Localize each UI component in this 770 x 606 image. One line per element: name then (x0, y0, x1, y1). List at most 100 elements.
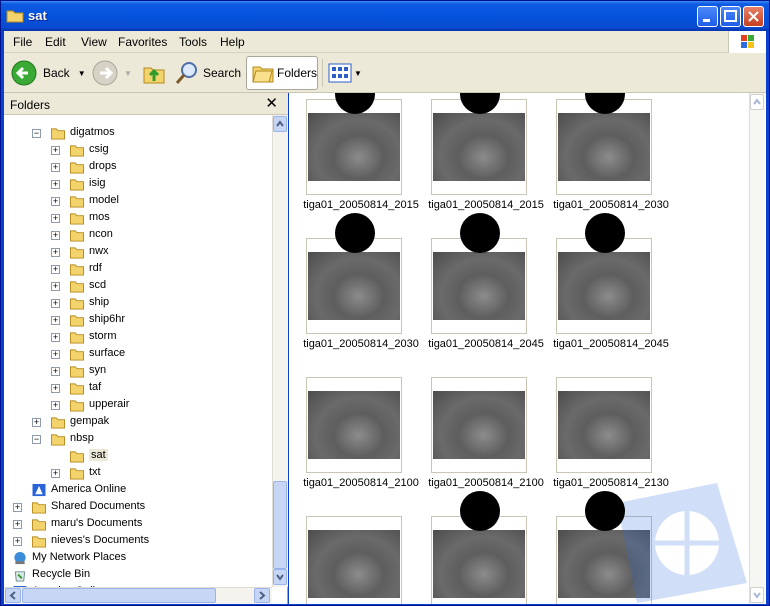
tree-item[interactable]: + model (4, 193, 272, 210)
chevron-down-icon[interactable]: ▼ (354, 69, 362, 78)
expand-icon[interactable]: + (51, 367, 60, 376)
expand-icon[interactable]: + (32, 418, 41, 427)
folder-icon (70, 315, 84, 327)
file-scroll-up-button[interactable] (750, 94, 764, 110)
tree-horizontal-scrollbar[interactable] (4, 587, 272, 604)
tree-item[interactable]: +My Network Places (4, 550, 272, 567)
menu-file[interactable]: File (13, 35, 32, 49)
expand-icon[interactable]: + (51, 333, 60, 342)
tree-item[interactable]: − digatmos (4, 125, 272, 142)
close-button[interactable] (743, 6, 764, 27)
watermark-graphic (617, 483, 747, 603)
forward-button[interactable]: ▼ (92, 56, 136, 90)
file-view: tiga01_20050814_2130 tiga01_20050814_2100… (289, 93, 766, 604)
thumbnail-frame (306, 93, 402, 195)
menu-edit[interactable]: Edit (45, 35, 66, 49)
tree-item[interactable]: − nbsp (4, 431, 272, 448)
thumbnail-frame (431, 377, 527, 473)
tree-item[interactable]: Recycle Bin (4, 567, 272, 584)
tree-item[interactable]: + nieves's Documents (4, 533, 272, 550)
expand-icon[interactable]: + (51, 282, 60, 291)
expand-icon[interactable]: + (51, 469, 60, 478)
tree-item[interactable]: + upperair (4, 397, 272, 414)
minimize-button[interactable] (697, 6, 718, 27)
expand-icon[interactable]: + (51, 384, 60, 393)
tree-item[interactable]: + drops (4, 159, 272, 176)
folders-button[interactable]: Folders (246, 56, 318, 90)
scroll-right-button[interactable] (254, 588, 270, 603)
tree-item-label: syn (89, 364, 107, 376)
tree-item[interactable]: + gempak (4, 414, 272, 431)
folder-icon (70, 281, 84, 293)
collapse-icon[interactable]: − (32, 129, 41, 138)
horizontal-scroll-thumb[interactable] (22, 588, 216, 603)
close-icon (748, 11, 759, 22)
expand-icon[interactable]: + (51, 316, 60, 325)
tree-item[interactable]: sat (4, 448, 272, 465)
tree-item[interactable]: + nwx (4, 244, 272, 261)
file-scroll-down-button[interactable] (750, 587, 764, 603)
expand-icon[interactable]: + (51, 401, 60, 410)
tree-item[interactable]: + syn (4, 363, 272, 380)
expand-icon[interactable]: + (51, 265, 60, 274)
expand-icon[interactable]: + (51, 350, 60, 359)
tree-item[interactable]: + Shared Documents (4, 499, 272, 516)
tree-item[interactable]: + scd (4, 278, 272, 295)
expand-icon[interactable]: + (13, 520, 22, 529)
scroll-up-button[interactable] (273, 116, 287, 132)
expand-icon[interactable]: + (51, 197, 60, 206)
folder-tree: − digatmos + csig + drops + isig + model + mos + ncon… (4, 115, 272, 587)
satellite-image (433, 113, 525, 181)
file-vertical-scrollbar[interactable] (749, 93, 765, 604)
back-button[interactable]: Back ▼ (11, 56, 87, 90)
maximize-icon (724, 10, 737, 22)
scroll-thumb[interactable] (273, 481, 287, 569)
expand-icon[interactable]: + (51, 163, 60, 172)
tree-item-label: nwx (89, 245, 109, 257)
folder-up-icon (143, 67, 165, 84)
satellite-image (433, 252, 525, 320)
expand-icon[interactable]: + (51, 214, 60, 223)
views-button[interactable]: ▼ (328, 56, 362, 90)
toolbar: Back ▼ ▼ Search Folders ▼ (4, 53, 766, 93)
folders-pane-header: Folders ✕ (4, 93, 288, 115)
tree-item[interactable]: + csig (4, 142, 272, 159)
menu-tools[interactable]: Tools (179, 35, 207, 49)
collapse-icon[interactable]: − (32, 435, 41, 444)
up-button[interactable] (142, 56, 166, 90)
tree-item[interactable]: + ship (4, 295, 272, 312)
expand-icon[interactable]: + (51, 248, 60, 257)
tree-item[interactable]: America Online (4, 482, 272, 499)
tree-item[interactable]: + mos (4, 210, 272, 227)
expand-icon[interactable]: + (13, 537, 22, 546)
title-bar[interactable]: sat (1, 1, 769, 31)
tree-item[interactable]: + ship6hr (4, 312, 272, 329)
expand-icon[interactable]: + (51, 299, 60, 308)
tree-item[interactable]: + maru's Documents (4, 516, 272, 533)
folder-icon (51, 417, 65, 429)
close-pane-icon[interactable]: ✕ (265, 94, 278, 112)
folder-icon (70, 468, 84, 480)
expand-icon[interactable]: + (51, 231, 60, 240)
tree-item[interactable]: + txt (4, 465, 272, 482)
search-button[interactable]: Search (175, 56, 241, 90)
tree-item[interactable]: + rdf (4, 261, 272, 278)
expand-icon[interactable]: + (51, 146, 60, 155)
tree-item[interactable]: + isig (4, 176, 272, 193)
expand-icon[interactable]: + (13, 503, 22, 512)
tree-item[interactable]: + storm (4, 329, 272, 346)
menu-favorites[interactable]: Favorites (118, 35, 167, 49)
folder-icon (70, 264, 84, 276)
maximize-button[interactable] (720, 6, 741, 27)
tree-item[interactable]: + ncon (4, 227, 272, 244)
menu-help[interactable]: Help (220, 35, 245, 49)
scroll-left-button[interactable] (5, 588, 21, 603)
expand-icon[interactable]: + (51, 180, 60, 189)
menu-view[interactable]: View (81, 35, 107, 49)
tree-item[interactable]: + surface (4, 346, 272, 363)
folder-icon (70, 213, 84, 225)
chevron-down-icon[interactable]: ▼ (78, 69, 86, 78)
scroll-down-button[interactable] (273, 569, 287, 585)
tree-vertical-scrollbar[interactable] (272, 115, 288, 587)
tree-item[interactable]: + taf (4, 380, 272, 397)
